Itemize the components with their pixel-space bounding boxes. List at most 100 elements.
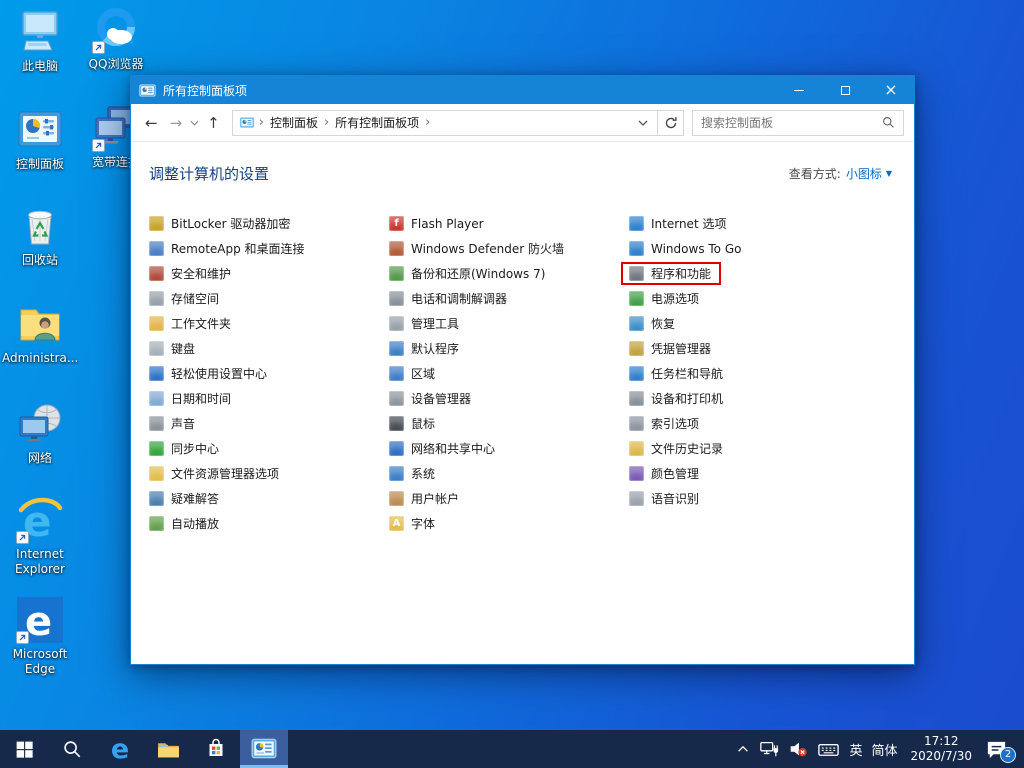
cp-item-storage-spaces[interactable]: 存储空间 (141, 287, 229, 310)
desktop-icon-admin-folder[interactable]: Administra... (2, 300, 78, 366)
this-pc-icon (16, 8, 64, 56)
cp-item-work-folders[interactable]: 工作文件夹 (141, 312, 241, 335)
desktop-icon-microsoft-edge[interactable]: eMicrosoft Edge (2, 596, 78, 677)
cp-item-phone-modem[interactable]: 电话和调制解调器 (381, 287, 517, 310)
recent-pages-dropdown-icon[interactable] (188, 120, 201, 126)
network-tray-icon[interactable] (759, 739, 779, 759)
cp-item-label: 键盘 (171, 340, 195, 357)
cp-item-region[interactable]: 区域 (381, 362, 445, 385)
cp-item-sound[interactable]: 声音 (141, 412, 205, 435)
language-indicator[interactable]: 英 (849, 740, 862, 759)
taskbar-start-button[interactable] (0, 730, 48, 768)
search-icon[interactable] (882, 116, 903, 129)
cp-item-mouse[interactable]: 鼠标 (381, 412, 445, 435)
cp-item-label: 设备管理器 (411, 390, 471, 407)
desktop-icon-this-pc[interactable]: 此电脑 (2, 8, 78, 74)
shortcut-arrow-icon (92, 139, 105, 152)
cp-item-programs-features[interactable]: 程序和功能 (621, 262, 721, 285)
cp-item-user-accounts[interactable]: 用户帐户 (381, 487, 469, 510)
cp-item-security-flag[interactable]: 安全和维护 (141, 262, 241, 285)
cp-item-indexing-options[interactable]: 索引选项 (621, 412, 709, 435)
desktop-icon-qq-browser[interactable]: QQ浏览器 (78, 6, 154, 72)
back-button[interactable]: ← (139, 114, 164, 132)
cp-item-label: 日期和时间 (171, 390, 231, 407)
desktop-icon-label: 控制面板 (2, 157, 78, 172)
address-bar[interactable]: › 控制面板 › 所有控制面板项 › (232, 110, 658, 136)
notification-badge: 2 (1000, 747, 1016, 763)
cp-item-folder-options[interactable]: 文件资源管理器选项 (141, 462, 289, 485)
cp-item-speech-recognition[interactable]: 语音识别 (621, 487, 709, 510)
cp-item-keyboard[interactable]: 键盘 (141, 337, 205, 360)
cp-item-label: 颜色管理 (651, 465, 699, 482)
cp-item-label: Flash Player (411, 217, 484, 231)
touch-keyboard-icon[interactable] (817, 738, 840, 761)
cp-item-ease-of-access[interactable]: 轻松使用设置中心 (141, 362, 277, 385)
up-button[interactable]: ↑ (201, 114, 226, 132)
network-icon (16, 400, 64, 448)
minimize-button[interactable] (776, 76, 822, 104)
region-icon (389, 366, 404, 381)
cp-item-windows-to-go[interactable]: Windows To Go (621, 237, 751, 260)
cp-item-remoteapp[interactable]: RemoteApp 和桌面连接 (141, 237, 315, 260)
control-panel-window-icon (139, 82, 157, 98)
control-panel-window: 所有控制面板项 × ← → ↑ › 控制面板 › 所有控制面板项 (130, 75, 915, 665)
cp-item-network-sharing[interactable]: 网络和共享中心 (381, 437, 505, 460)
volume-muted-icon[interactable] (788, 739, 808, 759)
cp-item-color-management[interactable]: 颜色管理 (621, 462, 709, 485)
maximize-button[interactable] (822, 76, 868, 104)
cp-item-default-programs[interactable]: 默认程序 (381, 337, 469, 360)
address-location-icon (239, 115, 255, 130)
network-sharing-icon (389, 441, 404, 456)
cp-item-device-manager[interactable]: 设备管理器 (381, 387, 481, 410)
desktop-icon-recycle-bin[interactable]: 回收站 (2, 202, 78, 268)
desktop-icon-internet-explorer[interactable]: eInternet Explorer (2, 496, 78, 577)
cp-item-sync-center[interactable]: 同步中心 (141, 437, 229, 460)
breadcrumb-all-items[interactable]: 所有控制面板项 (329, 114, 425, 131)
cp-item-internet-options[interactable]: Internet 选项 (621, 212, 736, 235)
address-dropdown-icon[interactable] (633, 120, 653, 126)
cp-item-file-history[interactable]: 文件历史记录 (621, 437, 733, 460)
view-by-dropdown[interactable]: 小图标 ▼ (846, 165, 892, 182)
cp-item-system[interactable]: 系统 (381, 462, 445, 485)
shortcut-arrow-icon (16, 531, 29, 544)
taskbar-control-panel-button[interactable] (240, 730, 288, 768)
search-box[interactable] (692, 110, 904, 136)
taskbar-edge-button[interactable]: e (96, 730, 144, 768)
window-titlebar[interactable]: 所有控制面板项 × (131, 76, 914, 104)
cp-item-power-options[interactable]: 电源选项 (621, 287, 709, 310)
cp-item-label: 疑难解答 (171, 490, 219, 507)
cp-item-bitlocker-lock[interactable]: BitLocker 驱动器加密 (141, 212, 300, 235)
search-input[interactable] (693, 116, 882, 130)
cp-item-admin-tools[interactable]: 管理工具 (381, 312, 469, 335)
action-center-button[interactable]: 2 (985, 738, 1014, 761)
cp-item-recovery[interactable]: 恢复 (621, 312, 685, 335)
cp-item-credential-manager[interactable]: 凭据管理器 (621, 337, 721, 360)
desktop-icon-network[interactable]: 网络 (2, 400, 78, 466)
breadcrumb-control-panel[interactable]: 控制面板 (264, 114, 324, 131)
cp-item-taskbar-navigation[interactable]: 任务栏和导航 (621, 362, 733, 385)
cp-item-devices-printers[interactable]: 设备和打印机 (621, 387, 733, 410)
cp-item-date-time[interactable]: 日期和时间 (141, 387, 241, 410)
ime-mode-indicator[interactable]: 简体 (871, 740, 897, 759)
show-hidden-icons-chevron[interactable] (736, 742, 750, 756)
taskbar: e 英 简体 17:12 2020/7/30 2 (0, 730, 1024, 768)
close-button[interactable]: × (868, 76, 914, 104)
cp-item-troubleshooting[interactable]: 疑难解答 (141, 487, 229, 510)
cp-item-firewall[interactable]: Windows Defender 防火墙 (381, 237, 574, 260)
taskbar-store-button[interactable] (192, 730, 240, 768)
system-icon (389, 466, 404, 481)
taskbar-search-button[interactable] (48, 730, 96, 768)
refresh-button[interactable] (658, 110, 684, 136)
tray-date: 2020/7/30 (910, 749, 972, 764)
taskbar-clock[interactable]: 17:12 2020/7/30 (906, 734, 976, 764)
default-programs-icon (389, 341, 404, 356)
desktop-icon-control-panel[interactable]: 控制面板 (2, 106, 78, 172)
cp-item-flash-player[interactable]: fFlash Player (381, 212, 494, 235)
cp-item-label: 管理工具 (411, 315, 459, 332)
taskbar-file-explorer-button[interactable] (144, 730, 192, 768)
cp-item-fonts[interactable]: A字体 (381, 512, 445, 535)
cp-item-backup-restore[interactable]: 备份和还原(Windows 7) (381, 262, 555, 285)
forward-button[interactable]: → (164, 114, 189, 132)
cp-item-label: 凭据管理器 (651, 340, 711, 357)
cp-item-autoplay[interactable]: 自动播放 (141, 512, 229, 535)
